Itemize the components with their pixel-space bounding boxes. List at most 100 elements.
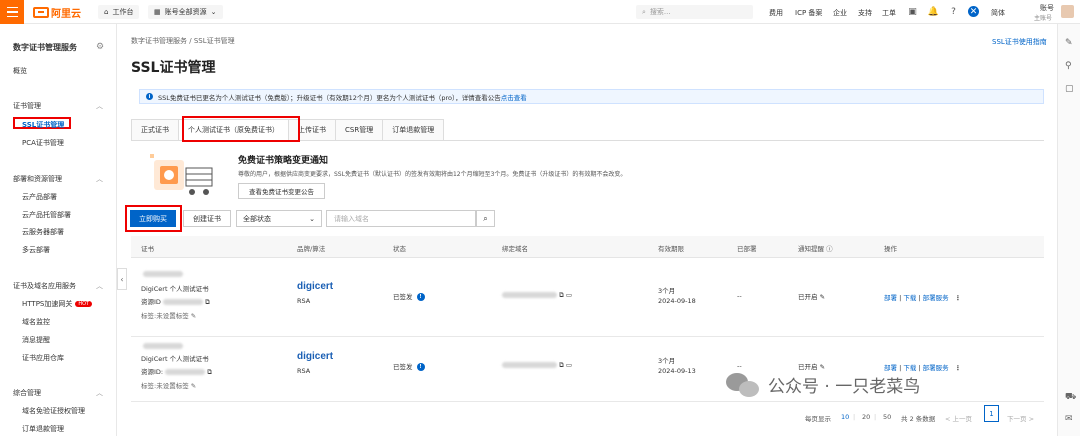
sidebar-collapse-button[interactable]: ‹ bbox=[117, 268, 127, 290]
more-icon[interactable]: ⋮ bbox=[955, 364, 962, 372]
sidebar-item-pca[interactable]: PCA证书管理 bbox=[22, 138, 64, 148]
deploy-service-link[interactable]: 部署服务 bbox=[923, 364, 949, 372]
deploy-link[interactable]: 部署 bbox=[884, 294, 897, 302]
page-size-50[interactable]: 50 bbox=[883, 413, 891, 421]
apps-icon[interactable]: ▢ bbox=[1065, 84, 1074, 94]
language-switch[interactable]: 简体 bbox=[991, 8, 1005, 18]
page-1-button[interactable]: 1 bbox=[984, 405, 999, 422]
edit-icon[interactable]: ✎ bbox=[820, 293, 825, 301]
info-icon[interactable]: ! bbox=[416, 293, 425, 301]
sidebar-item-server-deploy[interactable]: 云服务器部署 bbox=[22, 227, 64, 237]
sidebar-item-cert-repo[interactable]: 证书应用仓库 bbox=[22, 353, 64, 363]
edit-icon[interactable]: ✎ bbox=[191, 312, 196, 320]
sidebar-item-hosted-deploy[interactable]: 云产品托管部署 bbox=[22, 210, 71, 220]
page-size-10[interactable]: 10 bbox=[841, 413, 849, 421]
deploy-service-link[interactable]: 部署服务 bbox=[923, 294, 949, 302]
cart-icon[interactable]: ⛟ bbox=[1065, 392, 1076, 403]
buy-now-button[interactable]: 立即购买 bbox=[130, 210, 176, 227]
domain-search-input[interactable]: 请输入域名 bbox=[326, 210, 476, 227]
copy-icon[interactable]: ⧉ bbox=[559, 291, 564, 299]
feedback-icon[interactable]: ✉ bbox=[1065, 414, 1073, 424]
sidebar-item-overview[interactable]: 概览 bbox=[13, 66, 27, 76]
search-icon[interactable]: ⌕ bbox=[476, 210, 495, 227]
page-size-20[interactable]: 20 bbox=[862, 413, 870, 421]
copy-icon[interactable]: ⧉ bbox=[207, 368, 212, 376]
status-select-value: 全部状态 bbox=[243, 214, 271, 223]
pin-icon[interactable]: ⚲ bbox=[1065, 61, 1072, 71]
actions: 部署 | 下载 | 部署服务 ⋮ bbox=[884, 294, 962, 302]
sidebar-group-general[interactable]: 综合管理 bbox=[13, 388, 41, 398]
tab-official-cert[interactable]: 正式证书 bbox=[131, 119, 179, 141]
next-page-button[interactable]: 下一页 > bbox=[1007, 413, 1034, 423]
breadcrumb-item[interactable]: 数字证书管理服务 bbox=[131, 37, 187, 45]
terminal-icon[interactable]: ▣ bbox=[907, 6, 918, 17]
search-input[interactable]: ⌕ 搜索... bbox=[636, 5, 753, 19]
sidebar-group-domain-services[interactable]: 证书及域名应用服务 bbox=[13, 281, 76, 291]
tab-csr-management[interactable]: CSR管理 bbox=[336, 119, 384, 141]
status-select[interactable]: 全部状态 ⌄ bbox=[236, 210, 322, 227]
user-name[interactable]: 账号 bbox=[1040, 3, 1054, 13]
copy-icon[interactable]: ⧉ bbox=[559, 361, 564, 369]
sidebar-item-cloud-deploy[interactable]: 云产品部署 bbox=[22, 192, 57, 202]
prev-page-button[interactable]: < 上一页 bbox=[945, 413, 972, 423]
monitor-icon[interactable]: ▭ bbox=[566, 291, 572, 299]
notice-text-body: SSL免费证书已更名为个人测试证书（免费版）；升级证书（有效期12个月）更名为个… bbox=[158, 93, 501, 102]
aliyun-logo[interactable]: 阿里云 bbox=[33, 5, 81, 20]
help-icon[interactable]: ⓘ bbox=[826, 245, 833, 253]
sidebar-item-https-gateway[interactable]: HTTPS加速网关 HOT bbox=[22, 299, 93, 309]
sidebar-group-cert-management[interactable]: 证书管理 bbox=[13, 101, 41, 111]
edit-icon[interactable]: ✎ bbox=[1065, 38, 1073, 48]
cert-name: DigiCert 个人测试证书 bbox=[141, 355, 209, 363]
search-icon: ⌕ bbox=[642, 7, 646, 16]
sidebar-item-domain-auth[interactable]: 域名免验证授权管理 bbox=[22, 406, 85, 416]
help-icon[interactable]: ? bbox=[948, 6, 959, 17]
tab-order-refund[interactable]: 订单退款管理 bbox=[383, 119, 445, 141]
workbench-button[interactable]: ⌂ 工作台 bbox=[98, 5, 140, 19]
sidebar-item-ssl[interactable]: SSL证书管理 bbox=[22, 120, 64, 130]
tag-label[interactable]: 标签:未设置标签 ✎ bbox=[141, 380, 196, 390]
chevron-up-icon[interactable]: ︿ bbox=[96, 388, 103, 398]
more-icon[interactable]: ⋮ bbox=[955, 294, 962, 302]
notice-banner: i SSL免费证书已更名为个人测试证书（免费版）；升级证书（有效期12个月）更名… bbox=[139, 89, 1044, 104]
account-resources-dropdown[interactable]: ▦ 账号全部资源 ⌄ bbox=[148, 5, 223, 19]
edit-icon[interactable]: ✎ bbox=[820, 363, 825, 371]
promo-description: 尊敬的用户，根据供应商变更要求，SSL免费证书（默认证书）的签发有效期将由12个… bbox=[238, 171, 627, 178]
enterprise-link[interactable]: 企业 bbox=[833, 8, 847, 18]
billing-link[interactable]: 费用 bbox=[769, 8, 783, 18]
notice-link[interactable]: 点击查看 bbox=[501, 94, 527, 102]
menu-icon[interactable] bbox=[0, 0, 24, 24]
support-link[interactable]: 支持 bbox=[858, 8, 872, 18]
create-cert-button[interactable]: 创建证书 bbox=[183, 210, 231, 227]
monitor-icon[interactable]: ▭ bbox=[566, 361, 572, 369]
sidebar-item-multicloud-deploy[interactable]: 多云部署 bbox=[22, 245, 50, 255]
right-rail: ✎ ⚲ ▢ ⛟ ✉ bbox=[1057, 24, 1080, 436]
edit-icon[interactable]: ✎ bbox=[191, 382, 196, 390]
bound-domain: ⧉ ▭ bbox=[502, 291, 572, 300]
tag-label-text: 标签:未设置标签 bbox=[141, 312, 189, 320]
copy-icon[interactable]: ⧉ bbox=[205, 298, 210, 306]
avatar[interactable] bbox=[1061, 5, 1074, 18]
col-notify: 通知提醒 ⓘ bbox=[798, 243, 833, 253]
ssl-guide-link[interactable]: SSL证书使用指南 bbox=[992, 37, 1047, 47]
info-icon[interactable]: ! bbox=[416, 363, 425, 371]
resource-id-label: 资源ID: bbox=[141, 368, 164, 376]
algo: RSA bbox=[297, 297, 311, 305]
close-circle-icon[interactable]: ✕ bbox=[968, 6, 979, 17]
settings-icon[interactable]: ⚙ bbox=[96, 42, 104, 52]
chevron-up-icon[interactable]: ︿ bbox=[96, 281, 103, 291]
bell-icon[interactable]: 🔔 bbox=[928, 6, 939, 17]
sidebar-group-deploy[interactable]: 部署和资源管理 bbox=[13, 174, 62, 184]
sidebar-item-refund[interactable]: 订单退款管理 bbox=[22, 424, 64, 434]
chevron-up-icon[interactable]: ︿ bbox=[96, 101, 103, 111]
expiry-date: 2024-09-13 bbox=[658, 367, 696, 375]
icp-link[interactable]: ICP 备案 bbox=[795, 8, 822, 18]
download-link[interactable]: 下载 bbox=[903, 294, 916, 302]
chevron-up-icon[interactable]: ︿ bbox=[96, 174, 103, 184]
view-announcement-button[interactable]: 查看免费证书变更公告 bbox=[238, 183, 325, 199]
notify-text: 已开启 bbox=[798, 363, 818, 371]
sidebar-item-domain-monitor[interactable]: 域名监控 bbox=[22, 317, 50, 327]
deployed-count: -- bbox=[737, 362, 742, 370]
sidebar-item-message-alert[interactable]: 消息提醒 bbox=[22, 335, 50, 345]
tag-label[interactable]: 标签:未设置标签 ✎ bbox=[141, 310, 196, 320]
ticket-link[interactable]: 工单 bbox=[882, 8, 896, 18]
